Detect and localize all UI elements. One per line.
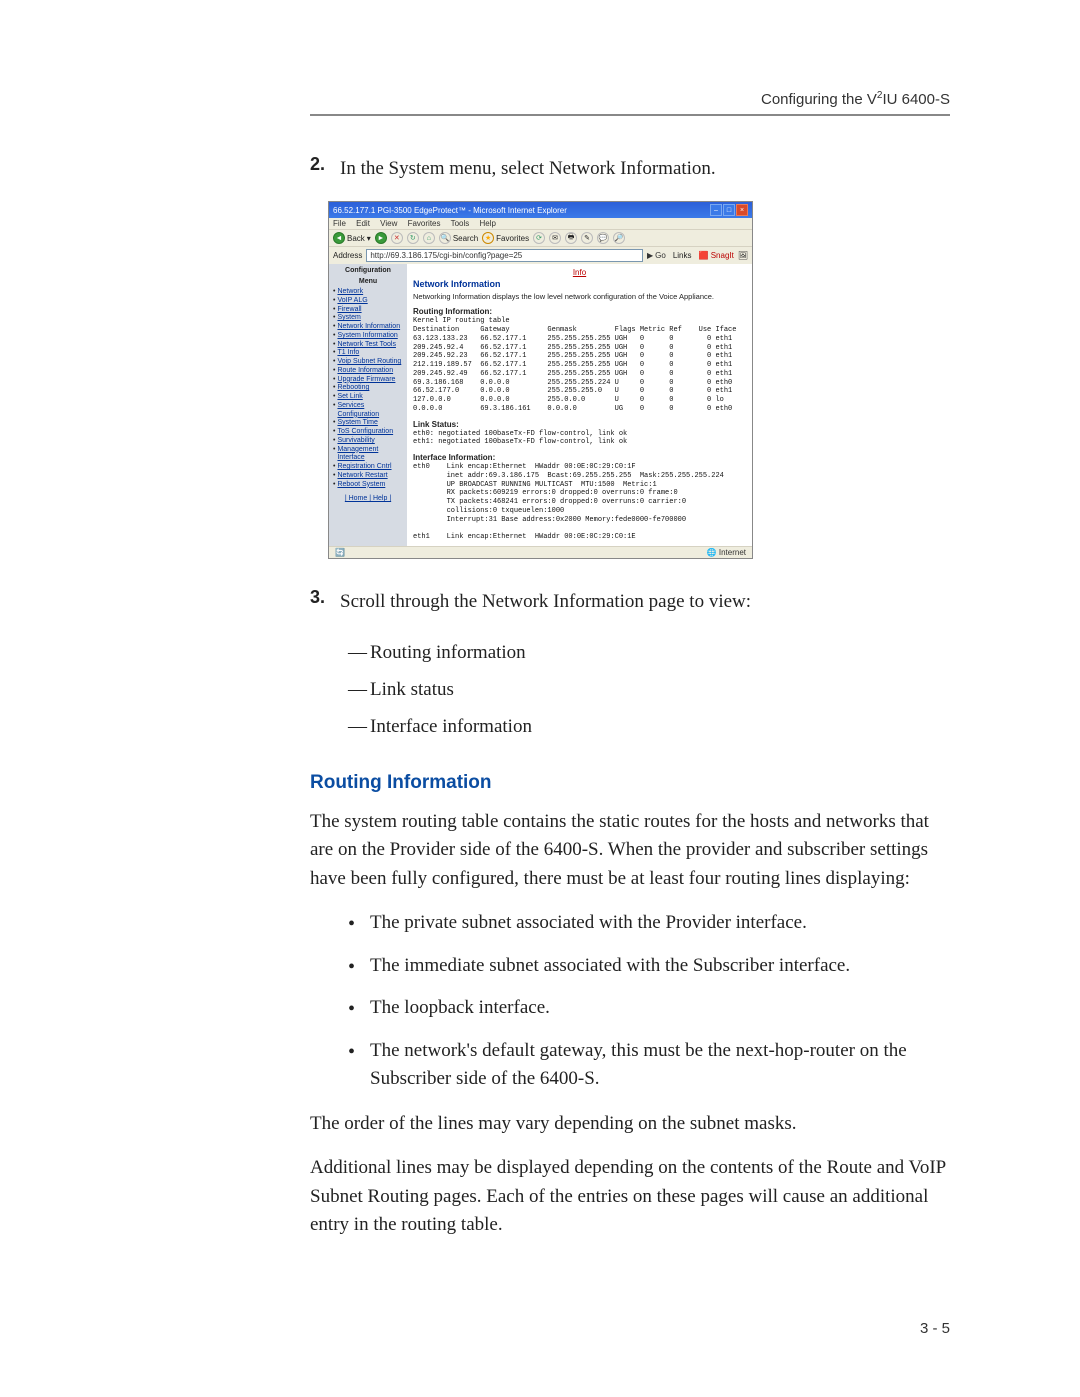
browser-menubar: File Edit View Favorites Tools Help: [329, 218, 752, 229]
sub-item-interface: Interface information: [348, 708, 950, 745]
sidebar-item[interactable]: Registration Cntrl: [333, 463, 403, 472]
step-3-text: Scroll through the Network Information p…: [340, 587, 751, 616]
back-button[interactable]: ◄ Back ▾: [333, 232, 371, 244]
address-label: Address: [333, 251, 362, 260]
minimize-button[interactable]: –: [710, 204, 722, 216]
menu-file[interactable]: File: [333, 219, 346, 228]
links-label[interactable]: Links: [673, 251, 692, 260]
refresh-icon[interactable]: ↻: [407, 232, 419, 244]
sidebar-item[interactable]: T1 Info: [333, 349, 403, 358]
sidebar-item[interactable]: ToS Configuration: [333, 428, 403, 437]
browser-toolbar: ◄ Back ▾ ► ✕ ↻ ⌂ 🔍 Search ★ Favorites ⟳ …: [329, 229, 752, 247]
search-icon: 🔍: [439, 232, 451, 244]
step-3-sublist: Routing information Link status Interfac…: [348, 634, 950, 745]
sidebar-item[interactable]: Services Configuration: [333, 402, 403, 420]
star-icon: ★: [482, 232, 494, 244]
step-2: 2. In the System menu, select Network In…: [310, 154, 950, 183]
sidebar-item[interactable]: System Time: [333, 419, 403, 428]
search-button[interactable]: 🔍 Search: [439, 232, 478, 244]
favorites-button[interactable]: ★ Favorites: [482, 232, 529, 244]
sidebar-item[interactable]: System: [333, 314, 403, 323]
status-bar: 🔄 🌐 Internet: [329, 546, 752, 558]
sub-item-link: Link status: [348, 671, 950, 708]
routing-info-p1: The system routing table contains the st…: [310, 808, 950, 894]
routing-table: Kernel IP routing table Destination Gate…: [413, 317, 746, 413]
go-button[interactable]: ▶ Go: [647, 251, 666, 260]
step-2-text: In the System menu, select Network Infor…: [340, 154, 716, 183]
main-title: Network Information: [413, 279, 746, 289]
sidebar-item[interactable]: Rebooting: [333, 384, 403, 393]
menu-favorites[interactable]: Favorites: [408, 219, 441, 228]
edit-icon[interactable]: ✎: [581, 232, 593, 244]
stop-icon[interactable]: ✕: [391, 232, 403, 244]
main-subtitle: Networking Information displays the low …: [413, 292, 746, 301]
menu-tools[interactable]: Tools: [451, 219, 470, 228]
sidebar-item[interactable]: Network Restart: [333, 472, 403, 481]
history-icon[interactable]: ⟳: [533, 232, 545, 244]
go-icon: ▶: [647, 251, 653, 260]
header-rule: [310, 114, 950, 116]
menu-edit[interactable]: Edit: [356, 219, 370, 228]
home-icon[interactable]: ⌂: [423, 232, 435, 244]
bullet-loopback: The loopback interface.: [348, 994, 950, 1023]
link-status-text: eth0: negotiated 100baseTx-FD flow-contr…: [413, 430, 746, 448]
print-icon[interactable]: 🖶: [565, 232, 577, 244]
mail-icon[interactable]: ✉: [549, 232, 561, 244]
routing-info-bullets: The private subnet associated with the P…: [348, 909, 950, 1094]
info-link[interactable]: Info: [413, 268, 746, 277]
menu-view[interactable]: View: [380, 219, 397, 228]
sidebar-item[interactable]: Reboot System: [333, 481, 403, 490]
sidebar-item[interactable]: Survivability: [333, 437, 403, 446]
sidebar-header-2: Menu: [333, 278, 403, 286]
step-3: 3. Scroll through the Network Informatio…: [310, 587, 950, 616]
bullet-default-gateway: The network's default gateway, this must…: [348, 1037, 950, 1094]
bullet-private-subnet: The private subnet associated with the P…: [348, 909, 950, 938]
page-header: Configuring the V2IU 6400-S: [310, 90, 950, 108]
address-input[interactable]: http://69.3.186.175/cgi-bin/config?page=…: [366, 249, 643, 262]
close-button[interactable]: ×: [736, 204, 748, 216]
sidebar-item[interactable]: Network: [333, 288, 403, 297]
sidebar-item[interactable]: Management Interface: [333, 446, 403, 464]
maximize-button[interactable]: □: [723, 204, 735, 216]
window-title: 66.52.177.1 PGI-3500 EdgeProtect™ - Micr…: [333, 206, 567, 215]
routing-info-p3: Additional lines may be displayed depend…: [310, 1154, 950, 1240]
snagit-view-icon[interactable]: 🖼: [738, 251, 748, 260]
sidebar-item[interactable]: System Information: [333, 332, 403, 341]
config-sidebar: Configuration Menu NetworkVoIP ALGFirewa…: [329, 264, 407, 546]
menu-help[interactable]: Help: [480, 219, 496, 228]
interface-heading: Interface Information:: [413, 453, 746, 462]
sidebar-item[interactable]: Network Test Tools: [333, 341, 403, 350]
sub-item-routing: Routing information: [348, 634, 950, 671]
sidebar-item[interactable]: VoIP ALG: [333, 297, 403, 306]
forward-icon[interactable]: ►: [375, 232, 387, 244]
address-bar-row: Address http://69.3.186.175/cgi-bin/conf…: [329, 247, 752, 264]
sidebar-item[interactable]: Network Information: [333, 323, 403, 332]
step-3-number: 3.: [310, 587, 340, 608]
link-status-heading: Link Status:: [413, 420, 746, 429]
sidebar-item[interactable]: Set Link: [333, 393, 403, 402]
routing-info-p2: The order of the lines may vary dependin…: [310, 1110, 950, 1139]
research-icon[interactable]: 🔎: [613, 232, 625, 244]
sidebar-item[interactable]: Firewall: [333, 306, 403, 315]
snagit-button[interactable]: 🟥 SnagIt: [699, 251, 734, 260]
embedded-screenshot: 66.52.177.1 PGI-3500 EdgeProtect™ - Micr…: [328, 201, 753, 559]
interface-text: eth0 Link encap:Ethernet HWaddr 00:0E:0C…: [413, 463, 746, 542]
main-pane: Info Network Information Networking Info…: [407, 264, 752, 546]
sidebar-footer-links[interactable]: | Home | Help |: [333, 495, 403, 502]
status-right: 🌐 Internet: [707, 548, 746, 557]
sidebar-header-1: Configuration: [333, 267, 403, 275]
discuss-icon[interactable]: 💬: [597, 232, 609, 244]
sidebar-item[interactable]: Voip Subnet Routing: [333, 358, 403, 367]
page-number: 3 - 5: [920, 1320, 950, 1337]
status-left-icon: 🔄: [335, 548, 345, 557]
routing-heading: Routing Information:: [413, 307, 746, 316]
dropdown-icon: ▾: [367, 234, 371, 243]
sidebar-item[interactable]: Upgrade Firmware: [333, 376, 403, 385]
step-2-number: 2.: [310, 154, 340, 175]
window-titlebar: 66.52.177.1 PGI-3500 EdgeProtect™ - Micr…: [329, 202, 752, 218]
sidebar-item[interactable]: Route Information: [333, 367, 403, 376]
back-icon: ◄: [333, 232, 345, 244]
routing-info-heading: Routing Information: [310, 772, 950, 794]
bullet-immediate-subnet: The immediate subnet associated with the…: [348, 952, 950, 981]
